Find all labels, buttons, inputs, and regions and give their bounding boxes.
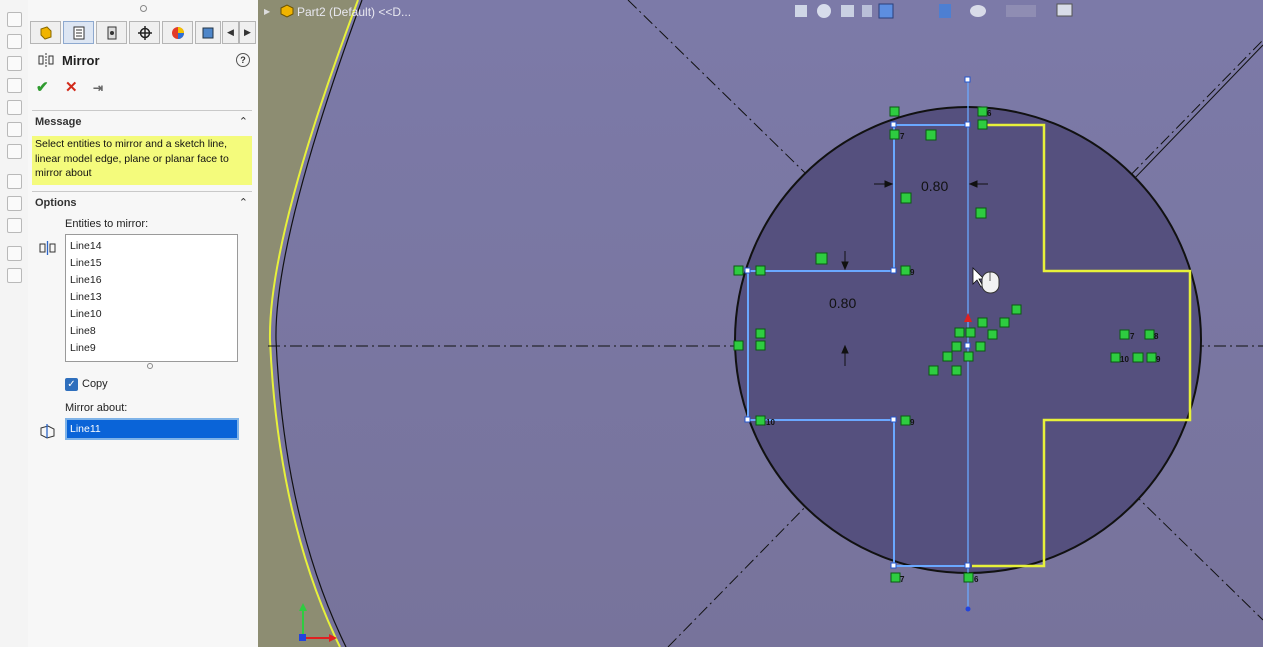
svg-text:8: 8 [1154,332,1159,341]
appearance-icon[interactable] [1006,5,1036,17]
feature-icon[interactable] [7,100,22,115]
feature-icon[interactable] [7,56,22,71]
tree-expand-icon[interactable]: ▶ [264,7,270,16]
chevron-up-icon: ⌃ [238,197,248,209]
feature-icon[interactable] [7,12,22,27]
feature-icon[interactable] [7,268,22,283]
message-header: Message [35,116,82,128]
options-header: Options [35,197,77,209]
property-manager: ◀ ▶ Mirror ? ✔ ✕ ⇥ Message ⌃ Select enti… [28,0,258,647]
tab-configuration-manager[interactable] [96,21,127,44]
previous-view-icon[interactable] [841,5,854,17]
svg-text:9: 9 [1156,355,1161,364]
copy-checkbox[interactable]: ✓ [65,378,78,391]
dimension-left[interactable]: 0.80 [829,295,856,311]
list-item[interactable]: Line8 [66,324,237,341]
ok-button[interactable]: ✔ [36,80,49,96]
options-section-header[interactable]: Options ⌃ [32,191,252,212]
section-view-icon[interactable] [862,5,872,17]
mirror-icon [38,53,54,67]
manager-tabs: ◀ ▶ [30,21,256,45]
line-endpoint [965,606,971,612]
tab-scroll-right-button[interactable]: ▶ [239,21,256,44]
list-item[interactable]: Line15 [66,256,237,273]
action-buttons: ✔ ✕ ⇥ [36,80,136,98]
svg-text:9: 9 [910,418,915,427]
cancel-button[interactable]: ✕ [65,80,78,96]
feature-icon[interactable] [7,174,22,189]
svg-text:6: 6 [974,575,979,584]
graphics-viewport[interactable]: 7 6 9 10 9 7 6 7 8 10 9 0.80 0.80 [258,0,1263,647]
chevron-up-icon: ⌃ [238,116,248,128]
monitor-icon[interactable] [1056,3,1073,17]
part-icon [280,4,294,18]
list-item[interactable]: Line16 [66,273,237,290]
mirror-plane-icon [40,424,55,439]
tab-property-manager[interactable] [63,21,94,44]
svg-text:10: 10 [766,418,775,427]
display-style-icon[interactable] [939,4,951,18]
mirror-about-field[interactable]: Line11 [65,418,239,440]
panel-grip[interactable] [140,5,147,12]
feature-title: Mirror [62,53,100,68]
feature-tree-icon [40,25,51,40]
svg-text:7: 7 [1130,332,1135,341]
message-section-header[interactable]: Message ⌃ [32,110,252,131]
dimension-top[interactable]: 0.80 [921,178,948,194]
list-item[interactable]: Line10 [66,307,237,324]
tab-scroll-left-button[interactable]: ◀ [222,21,239,44]
appearance-icon [171,26,184,39]
zoom-fit-icon[interactable] [795,5,807,17]
svg-text:10: 10 [1120,355,1129,364]
feature-icon[interactable] [7,34,22,49]
feature-icon[interactable] [7,78,22,93]
list-item[interactable]: Line13 [66,290,237,307]
document-title[interactable]: Part2 (Default) <<D... [297,5,411,19]
tab-dimxpert[interactable] [129,21,160,44]
copy-label: Copy [82,378,108,390]
tab-feature-manager[interactable] [30,21,61,44]
list-item[interactable]: Line9 [66,341,237,358]
feature-title-row: Mirror ? [36,50,250,72]
zoom-area-icon[interactable] [817,4,831,18]
feature-toolbar-strip [0,0,29,647]
svg-text:7: 7 [900,132,905,141]
list-item[interactable]: Line14 [66,239,237,256]
feature-icon[interactable] [7,246,22,261]
tab-display-manager[interactable] [162,21,193,44]
mirror-about-value: Line11 [70,423,101,435]
entities-icon [39,241,56,255]
svg-text:6: 6 [987,109,992,118]
property-icon [73,26,84,39]
svg-text:7: 7 [900,575,905,584]
view-orientation-icon[interactable] [878,3,894,19]
message-box: Select entities to mirror and a sketch l… [32,136,252,185]
feature-icon[interactable] [7,218,22,233]
crosshair-icon [137,25,152,40]
configuration-icon [107,26,116,39]
entities-label: Entities to mirror: [65,218,149,230]
mirror-about-label: Mirror about: [65,402,128,414]
pin-button[interactable]: ⇥ [93,80,103,96]
svg-text:9: 9 [910,268,915,277]
feature-icon[interactable] [7,122,22,137]
list-resize-grip[interactable] [147,363,153,369]
feature-icon[interactable] [7,144,22,159]
feature-icon[interactable] [7,196,22,211]
cam-icon [202,27,214,38]
tab-more[interactable] [195,21,221,44]
hide-show-icon[interactable] [970,5,986,17]
help-icon[interactable]: ? [236,53,250,67]
entities-to-mirror-list[interactable]: Line14 Line15 Line16 Line13 Line10 Line8… [65,234,238,362]
